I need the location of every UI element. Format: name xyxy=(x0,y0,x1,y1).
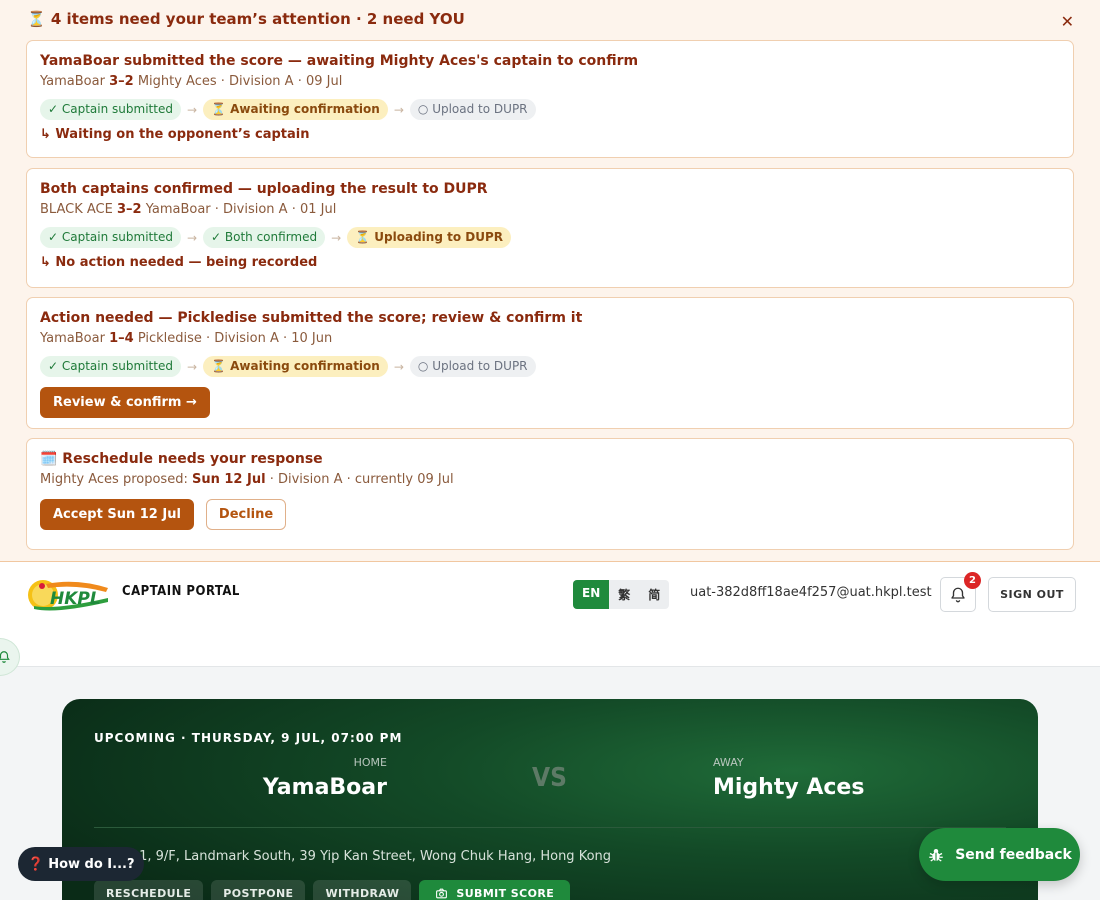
step-pill: ✓ Both confirmed xyxy=(203,227,326,248)
notifications-button[interactable]: 2 xyxy=(940,572,981,612)
lang-en[interactable]: EN xyxy=(573,580,610,609)
match-location: Shop 01, 9/F, Landmark South, 39 Yip Kan… xyxy=(94,849,612,864)
attention-header: ⏳ 4 items need your team’s attention · 2… xyxy=(27,10,465,28)
home-team: YamaBoar xyxy=(40,331,105,346)
score: 3–2 xyxy=(116,202,142,217)
step-pill: ✓ Captain submitted xyxy=(40,227,181,248)
close-icon[interactable]: ✕ xyxy=(1061,12,1074,31)
meta-prefix: Mighty Aces proposed: xyxy=(40,472,188,487)
attention-card-review: Action needed — Pickledise submitted the… xyxy=(26,297,1074,429)
away-label: AWAY xyxy=(713,756,744,769)
score: 3–2 xyxy=(109,74,134,89)
bug-icon xyxy=(929,848,943,862)
step-pill: ⏳ Uploading to DUPR xyxy=(347,227,511,248)
match-actions: RESCHEDULE POSTPONE WITHDRAW SUBMIT SCOR… xyxy=(94,880,571,900)
notification-count-badge: 2 xyxy=(964,572,981,589)
logo-text: HKPL xyxy=(50,589,101,609)
lang-traditional[interactable]: 繁 xyxy=(609,580,639,609)
card-meta: YamaBoar 3–2 Mighty Aces · Division A · … xyxy=(40,74,1060,90)
versus-label: VS xyxy=(532,763,567,793)
bell-icon xyxy=(0,651,10,663)
away-team: Pickledise xyxy=(137,331,202,346)
attention-card-uploading: Both captains confirmed — uploading the … xyxy=(26,168,1074,288)
step-pill: ⏳ Awaiting confirmation xyxy=(203,99,388,120)
send-feedback-button[interactable]: Send feedback xyxy=(919,828,1080,881)
attention-card-score-awaiting: YamaBoar submitted the score — awaiting … xyxy=(26,40,1074,158)
upcoming-match-card: UPCOMING · THURSDAY, 9 JUL, 07:00 PM HOM… xyxy=(62,699,1038,900)
progress-steps: ✓ Captain submitted → ⏳ Awaiting confirm… xyxy=(40,356,1060,377)
card-title: Action needed — Pickledise submitted the… xyxy=(40,310,583,326)
progress-steps: ✓ Captain submitted → ✓ Both confirmed →… xyxy=(40,227,1060,248)
help-button[interactable]: ❓ How do I...? xyxy=(18,847,144,881)
attention-panel: ⏳ 4 items need your team’s attention · 2… xyxy=(0,0,1100,562)
card-title: Both captains confirmed — uploading the … xyxy=(40,181,488,197)
arrow-icon: → xyxy=(186,102,198,117)
home-team: BLACK ACE xyxy=(40,202,113,217)
match-datetime: UPCOMING · THURSDAY, 9 JUL, 07:00 PM xyxy=(94,731,403,745)
meta-rest: · Division A · 10 Jun xyxy=(206,331,333,346)
sign-out-button[interactable]: SIGN OUT xyxy=(988,577,1076,612)
card-meta: BLACK ACE 3–2 YamaBoar · Division A · 01… xyxy=(40,202,1060,218)
away-team: YamaBoar xyxy=(145,202,211,217)
submit-score-label: SUBMIT SCORE xyxy=(456,887,555,900)
away-team: Mighty Aces xyxy=(713,775,865,800)
meta-rest: · Division A · 09 Jul xyxy=(220,74,343,89)
card-title: YamaBoar submitted the score — awaiting … xyxy=(40,53,639,69)
portal-header: HKPL CAPTAIN PORTAL EN 繁 简 uat-382d8ff18… xyxy=(0,562,1100,676)
arrow-icon: → xyxy=(393,359,404,374)
withdraw-button[interactable]: WITHDRAW xyxy=(313,880,412,900)
arrow-icon: → xyxy=(331,230,342,245)
submit-score-button[interactable]: SUBMIT SCORE xyxy=(419,880,571,900)
score: 1–4 xyxy=(109,331,134,346)
card-note: ↳ Waiting on the opponent’s captain xyxy=(40,127,310,142)
hkpl-logo: HKPL xyxy=(28,580,108,611)
reschedule-button[interactable]: RESCHEDULE xyxy=(94,880,204,900)
attention-card-reschedule: 🗓️ Reschedule needs your response Mighty… xyxy=(26,438,1074,550)
card-meta: YamaBoar 1–4 Pickledise · Division A · 1… xyxy=(40,331,1060,347)
arrow-icon: → xyxy=(393,102,404,117)
meta-suffix: · Division A · currently 09 Jul xyxy=(269,472,454,487)
step-pill: ○ Upload to DUPR xyxy=(409,99,536,120)
accept-reschedule-button[interactable]: Accept Sun 12 Jul xyxy=(40,499,194,530)
proposed-date: Sun 12 Jul xyxy=(191,472,266,487)
side-notification-tab[interactable] xyxy=(0,638,20,676)
feedback-label: Send feedback xyxy=(955,846,1072,863)
review-confirm-button[interactable]: Review & confirm → xyxy=(40,387,210,418)
step-pill: ✓ Captain submitted xyxy=(40,356,181,377)
step-pill: ○ Upload to DUPR xyxy=(409,356,536,377)
bell-icon xyxy=(951,587,965,602)
step-pill: ✓ Captain submitted xyxy=(40,99,181,120)
home-team: YamaBoar xyxy=(262,775,387,800)
user-email: uat-382d8ff18ae4f257@uat.hkpl.test xyxy=(690,585,932,600)
portal-title: CAPTAIN PORTAL xyxy=(122,584,240,599)
camera-icon xyxy=(436,888,448,899)
step-pill: ⏳ Awaiting confirmation xyxy=(203,356,388,377)
card-meta: Mighty Aces proposed: Sun 12 Jul · Divis… xyxy=(40,472,1060,488)
away-team: Mighty Aces xyxy=(137,74,217,89)
card-note: ↳ No action needed — being recorded xyxy=(40,255,318,270)
meta-rest: · Division A · 01 Jul xyxy=(214,202,337,217)
divider xyxy=(94,827,1006,828)
decline-button[interactable]: Decline xyxy=(205,499,287,530)
home-team: YamaBoar xyxy=(40,74,105,89)
language-switcher: EN 繁 简 xyxy=(573,580,670,609)
progress-steps: ✓ Captain submitted → ⏳ Awaiting confirm… xyxy=(40,99,1060,120)
postpone-button[interactable]: POSTPONE xyxy=(211,880,306,900)
card-title: 🗓️ Reschedule needs your response xyxy=(40,451,323,467)
lang-simplified[interactable]: 简 xyxy=(639,580,669,609)
arrow-icon: → xyxy=(186,230,198,245)
home-label: HOME xyxy=(353,756,387,769)
arrow-icon: → xyxy=(186,359,198,374)
